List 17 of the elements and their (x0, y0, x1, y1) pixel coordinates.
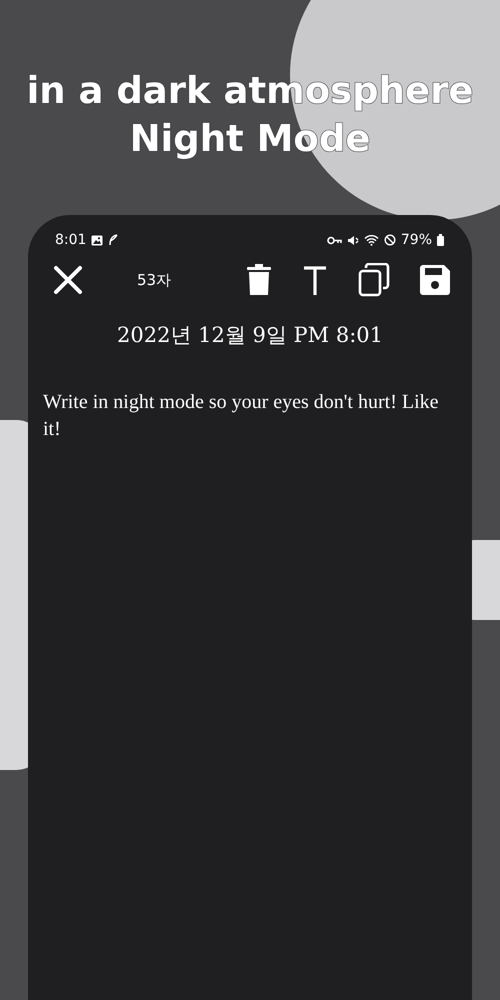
mute-icon (346, 234, 359, 246)
feather-icon (108, 234, 118, 246)
note-date: 2022년 12월 9일 PM 8:01 (116, 322, 384, 349)
character-count: 53자 (137, 270, 172, 290)
delete-button[interactable] (246, 264, 272, 296)
wifi-icon (364, 234, 379, 246)
note-text[interactable]: Write in night mode so your eyes don't hurt! Like it! (43, 389, 452, 443)
battery-icon (437, 234, 444, 246)
image-icon (91, 234, 104, 246)
do-not-disturb-icon (384, 234, 396, 246)
save-button[interactable] (420, 265, 450, 295)
close-button[interactable] (52, 264, 84, 296)
key-icon (326, 236, 342, 244)
copy-button[interactable] (358, 263, 390, 297)
text-format-button[interactable] (302, 264, 328, 296)
status-time: 8:01 (55, 232, 86, 248)
battery-percent: 79% (400, 232, 432, 248)
